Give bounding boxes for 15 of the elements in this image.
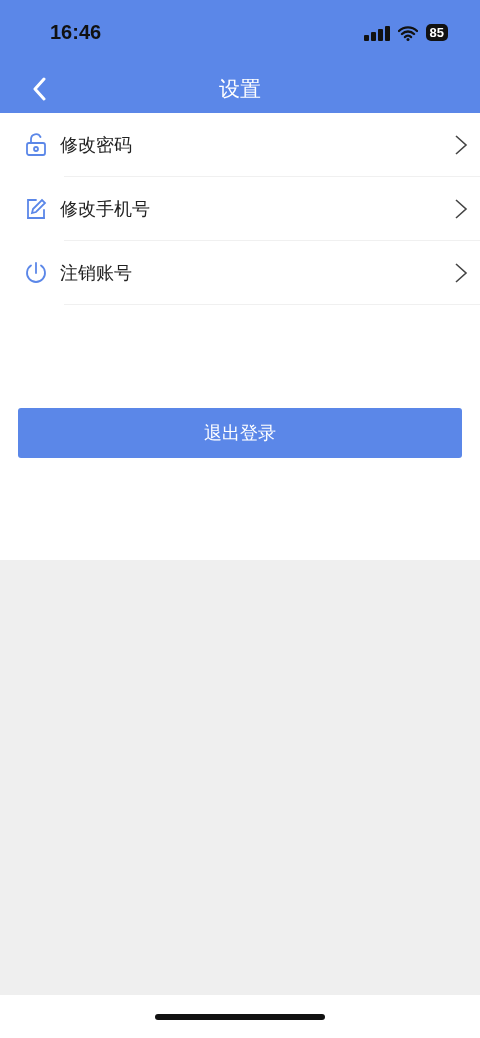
page-title: 设置 xyxy=(219,76,261,103)
chevron-right-icon xyxy=(454,198,468,220)
settings-item[interactable]: 修改手机号 xyxy=(0,177,480,241)
settings-item[interactable]: 修改密码 xyxy=(0,113,480,177)
settings-item[interactable]: 注销账号 xyxy=(0,241,480,305)
status-time: 16:46 xyxy=(50,21,102,44)
battery-level: 85 xyxy=(425,24,448,41)
unlock-icon xyxy=(24,133,48,157)
signal-icon xyxy=(363,24,390,41)
wifi-icon xyxy=(397,24,418,41)
back-icon xyxy=(32,77,46,101)
power-icon xyxy=(24,261,48,285)
chevron-right-icon xyxy=(454,262,468,284)
chevron-right-icon xyxy=(454,134,468,156)
edit-icon xyxy=(24,197,48,221)
